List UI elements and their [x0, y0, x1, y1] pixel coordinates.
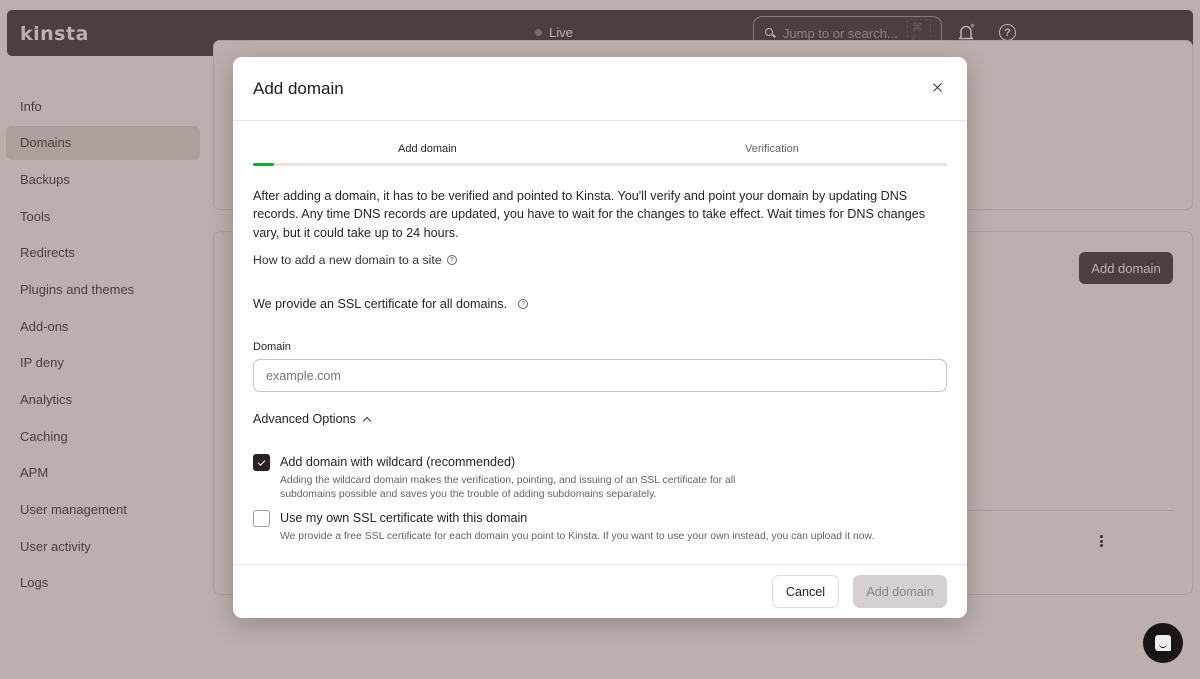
howto-link[interactable]: How to add a new domain to a site ? — [253, 253, 457, 267]
progress-track — [253, 163, 947, 166]
kinsta-logo[interactable]: kinsta — [20, 23, 89, 45]
ssl-note: We provide an SSL certificate for all do… — [253, 297, 529, 311]
step-verification: Verification — [745, 143, 799, 155]
option-wildcard: Add domain with wildcard (recommended) A… — [253, 454, 740, 501]
chat-icon — [1155, 635, 1171, 651]
intro-text: After adding a domain, it has to be veri… — [253, 189, 925, 240]
help-circle-icon[interactable]: ? — [999, 24, 1016, 41]
advanced-options-label: Advanced Options — [253, 412, 356, 426]
option-own-ssl: Use my own SSL certificate with this dom… — [253, 510, 920, 544]
help-circle-icon[interactable]: ? — [518, 299, 529, 309]
option-description: We provide a free SSL certificate for ea… — [280, 531, 875, 542]
modal-header: Add domain — [233, 57, 967, 121]
sidebar-item-ip-deny[interactable]: IP deny — [6, 346, 200, 380]
sidebar-item-domains[interactable]: Domains — [6, 125, 200, 160]
add-domain-submit-button[interactable]: Add domain — [853, 575, 947, 608]
domain-field-label: Domain — [253, 341, 291, 353]
sidebar-item-caching[interactable]: Caching — [6, 419, 200, 453]
status-label: Live — [549, 25, 573, 40]
option-title[interactable]: Add domain with wildcard (recommended) — [280, 454, 740, 471]
sidebar-item-backups[interactable]: Backups — [6, 162, 200, 196]
sidebar-item-user-activity[interactable]: User activity — [6, 529, 200, 563]
modal-title: Add domain — [253, 79, 344, 98]
search-input[interactable] — [782, 25, 901, 41]
close-icon[interactable] — [929, 79, 947, 97]
help-circle-icon: ? — [446, 255, 457, 265]
sidebar-item-info[interactable]: Info — [6, 89, 200, 123]
cancel-button[interactable]: Cancel — [772, 575, 839, 608]
sidebar-item-logs[interactable]: Logs — [6, 566, 200, 600]
wildcard-checkbox[interactable] — [253, 454, 270, 471]
option-description: Adding the wildcard domain makes the ver… — [280, 475, 736, 500]
ssl-note-text: We provide an SSL certificate for all do… — [253, 297, 508, 311]
search-icon — [764, 27, 774, 39]
status-dot-icon — [535, 29, 542, 36]
step-add-domain: Add domain — [398, 143, 457, 155]
chevron-up-icon — [362, 416, 372, 425]
background-add-domain-button[interactable]: Add domain — [1079, 252, 1173, 284]
domain-input[interactable] — [253, 359, 947, 392]
sidebar-item-apm[interactable]: APM — [6, 456, 200, 490]
background-row-divider — [967, 510, 1173, 511]
kebab-menu-icon[interactable] — [1100, 535, 1103, 547]
add-domain-modal: Add domain Add domain Verification After… — [233, 57, 967, 618]
sidebar-item-redirects[interactable]: Redirects — [6, 236, 200, 270]
sidebar-item-analytics[interactable]: Analytics — [6, 383, 200, 417]
environment-status: Live — [535, 25, 573, 40]
sidebar-item-tools[interactable]: Tools — [6, 199, 200, 233]
sidebar-item-add-ons[interactable]: Add-ons — [6, 309, 200, 343]
chat-widget-button[interactable] — [1143, 623, 1183, 663]
howto-link-label[interactable]: How to add a new domain to a site — [253, 253, 442, 267]
sidebar-nav: Info Domains Backups Tools Redirects Plu… — [6, 89, 200, 603]
own-ssl-checkbox[interactable] — [253, 510, 270, 527]
progress-fill — [253, 163, 274, 166]
advanced-options-toggle[interactable]: Advanced Options — [253, 412, 372, 426]
option-title[interactable]: Use my own SSL certificate with this dom… — [280, 510, 920, 527]
sidebar-item-plugins-and-themes[interactable]: Plugins and themes — [6, 272, 200, 306]
sidebar-item-user-management[interactable]: User management — [6, 493, 200, 527]
modal-footer: Cancel Add domain — [233, 564, 967, 618]
